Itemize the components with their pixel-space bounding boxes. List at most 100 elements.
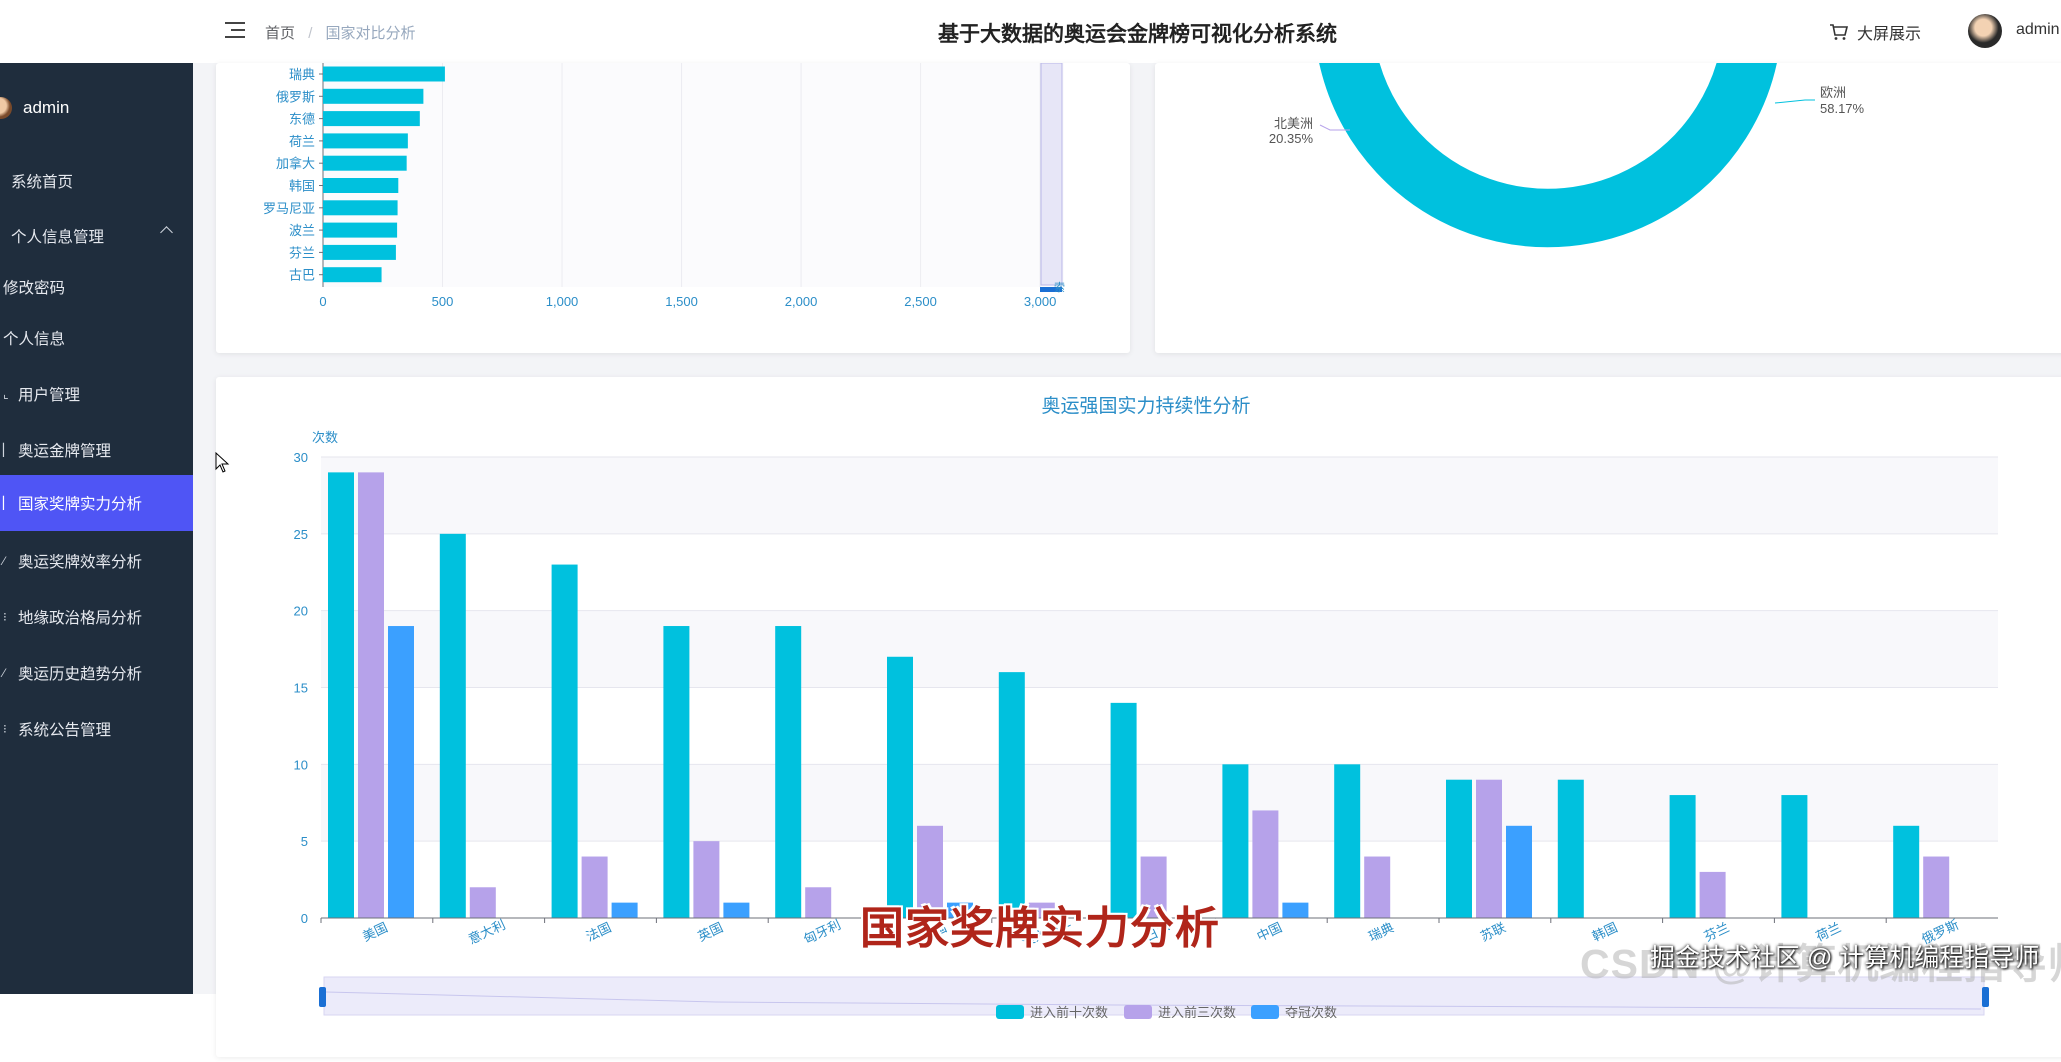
y-tick-label: 荷兰 [289, 134, 315, 149]
cart-icon [1830, 24, 1849, 40]
x-tick-label: 1,500 [665, 294, 698, 309]
bar [1334, 764, 1361, 918]
sidebar-item-label: 奥运金牌管理 [18, 443, 112, 460]
sidebar-item-label: 奥运历史趋势分析 [18, 666, 143, 683]
bar [323, 178, 399, 193]
pie-label-name: 欧洲 [1820, 85, 1846, 100]
label-line [1774, 99, 1815, 104]
sidebar-item-label: 个人信息 [3, 331, 66, 348]
bigscreen-label: 大屏展示 [1857, 26, 1922, 43]
y-tick-label: 5 [301, 834, 308, 849]
sidebar-item-user-management[interactable]: ⌞ 用户管理 [0, 366, 193, 422]
bar [775, 626, 802, 918]
x-tick-label: 2,000 [785, 294, 818, 309]
zoom-label: 索 [1054, 280, 1065, 294]
bar [469, 887, 496, 918]
bar [1781, 795, 1808, 918]
users-icon: ⌞ [3, 387, 9, 401]
y-tick-label: 波兰 [289, 223, 315, 238]
x-tick-label: 美国 [360, 920, 390, 945]
sidebar-item-geopolitics[interactable]: ⁝ 地缘政治格局分析 [0, 589, 193, 645]
grid-band [321, 457, 1998, 534]
continent-donut-chart: 欧洲58.17% 北美洲20.35% [1269, 0, 1865, 249]
y-tick-label: 芬兰 [289, 245, 315, 260]
x-tick-label: 匈牙利 [801, 917, 843, 947]
sidebar-item-label: 系统首页 [11, 174, 74, 191]
pie-label-percent: 58.17% [1820, 101, 1865, 116]
bar [693, 841, 720, 918]
x-tick-label: 0 [319, 294, 326, 309]
sidebar-item-personal-info-management[interactable]: 个人信息管理 [0, 208, 193, 264]
top-header: 首页 / 国家对比分析 基于大数据的奥运会金牌榜可视化分析系统 大屏展示 adm… [193, 0, 2061, 63]
x-tick-label: 中国 [1254, 920, 1284, 945]
bar [551, 564, 578, 918]
x-tick-label: 1,000 [546, 294, 579, 309]
country-ranking-card: 0 500 1,000 1,500 2,000 2,500 3,000 索 瑞典 俄罗斯 东德 荷兰加… [216, 62, 1130, 353]
globe-icon: ⁝ [3, 610, 7, 624]
y-tick-label: 古巴 [289, 268, 315, 283]
legend-label: 进入前三次数 [1158, 1005, 1236, 1020]
zoom-handle [1982, 987, 1989, 1007]
sidebar-item-medal-efficiency[interactable]: ⁄ 奥运奖牌效率分析 [0, 533, 193, 589]
y-axis-title: 次数 [312, 430, 338, 445]
bar [323, 244, 396, 260]
sidebar-item-history-trend[interactable]: ⁄ 奥运历史趋势分析 [0, 645, 193, 701]
x-tick-label: 3,000 [1024, 294, 1057, 309]
bar [323, 88, 424, 104]
main-content: 0 500 1,000 1,500 2,000 2,500 3,000 索瑞典 俄罗斯 东德 荷兰加… [193, 0, 2061, 1057]
x-tick-label: 苏联 [1478, 920, 1508, 945]
bar [323, 111, 420, 127]
pie-label-name: 北美洲 [1274, 116, 1313, 131]
bar [328, 472, 354, 918]
bar [1364, 856, 1391, 918]
video-caption: 国家奖牌实力分析 [860, 904, 1220, 953]
bar [887, 656, 913, 918]
sidebar-item-label: 系统公告管理 [18, 722, 112, 739]
sidebar-item-personal-info[interactable]: 个人信息 [0, 310, 193, 366]
sidebar-item-country-medal-strength[interactable]: ▏ 国家奖牌实力分析 [0, 475, 193, 531]
breadcrumb: 首页 / 国家对比分析 [265, 22, 416, 43]
breadcrumb-current: 国家对比分析 [325, 25, 416, 42]
sidebar-item-medal-management[interactable]: ▏ 奥运金牌管理 [0, 422, 193, 478]
sidebar-username: admin [23, 98, 70, 117]
y-tick-label: 罗马尼亚 [263, 201, 315, 216]
y-tick-label: 俄罗斯 [276, 89, 315, 104]
bar [358, 472, 384, 918]
menu-toggle-icon[interactable] [225, 22, 245, 38]
legend-label: 夺冠次数 [1285, 1005, 1337, 1020]
notice-icon: ⁝ [3, 722, 7, 736]
sidebar-item-home[interactable]: 系统首页 [0, 153, 193, 209]
sidebar-item-label: 修改密码 [3, 280, 66, 297]
header-username[interactable]: admin [2016, 21, 2060, 39]
bar [723, 902, 750, 918]
horizontal-bar-chart: 0 500 1,000 1,500 2,000 2,500 3,000索 瑞典俄罗斯东德荷兰加… [263, 62, 1065, 309]
plot-background [323, 63, 1064, 287]
trend-icon: ⁄ [3, 666, 6, 680]
avatar[interactable] [1968, 14, 2002, 48]
x-tick-label: 法国 [584, 920, 614, 945]
sidebar-user: admin [0, 86, 193, 130]
bar [323, 133, 408, 149]
breadcrumb-separator: / [308, 25, 313, 42]
legend-swatch [1124, 1005, 1152, 1019]
pie-label-percent: 20.35% [1269, 131, 1314, 146]
y-tick-label: 瑞典 [289, 67, 315, 82]
x-tick-label: 500 [432, 294, 454, 309]
sidebar-item-label: 个人信息管理 [11, 229, 105, 246]
bar [1557, 779, 1584, 918]
bar [1506, 825, 1532, 918]
bar [611, 902, 638, 918]
breadcrumb-home[interactable]: 首页 [265, 25, 295, 42]
bar [388, 626, 414, 918]
bar [439, 533, 466, 918]
bar [663, 626, 690, 918]
chart-title: 奥运强国实力持续性分析 [1041, 395, 1250, 417]
bar [323, 155, 407, 171]
y-tick-label: 30 [294, 450, 308, 465]
sidebar-item-change-password[interactable]: 修改密码 [0, 259, 193, 315]
x-tick-label: 瑞典 [1366, 920, 1396, 945]
sidebar-item-announcements[interactable]: ⁝ 系统公告管理 [0, 701, 193, 757]
legend-swatch [996, 1005, 1024, 1019]
bar [1446, 779, 1472, 918]
bigscreen-button[interactable]: 大屏展示 [1829, 20, 1921, 44]
